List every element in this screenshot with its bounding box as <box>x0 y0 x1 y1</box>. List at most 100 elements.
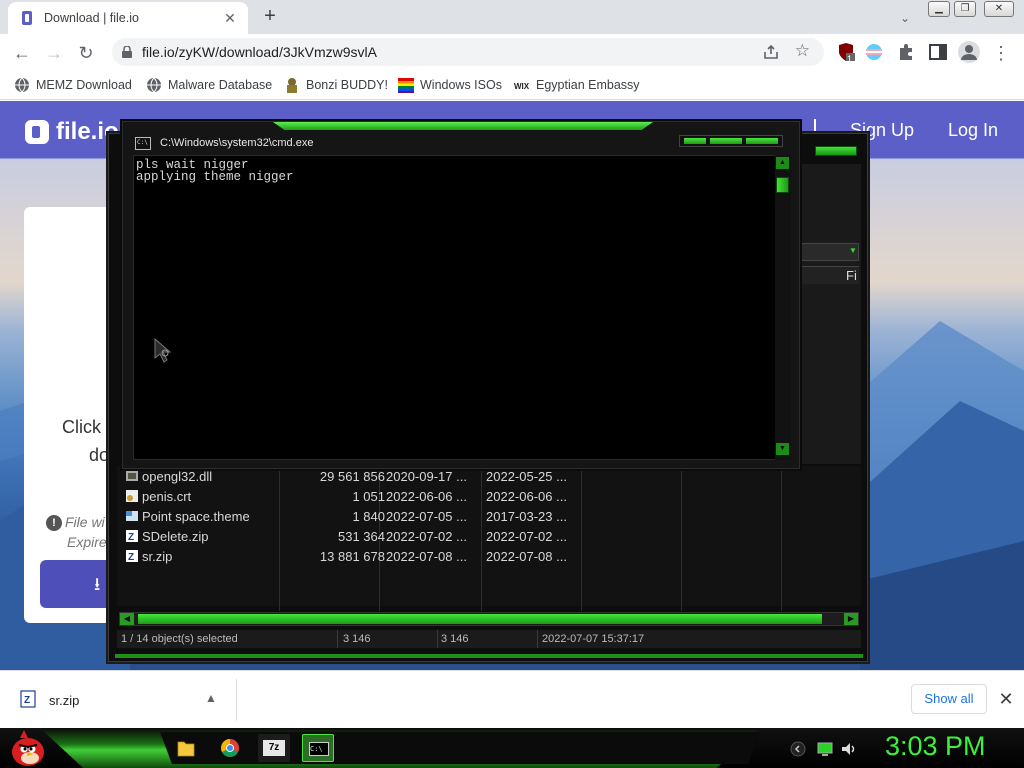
cmd-window: C:\ C:\Windows\system32\cmd.exe pls wait… <box>122 121 800 469</box>
desktop-screen: Download | file.io ✕ + ⌄ ▁ ❐ ✕ ← → ↻ fil… <box>0 0 1024 768</box>
cmd-icon[interactable]: C:\ <box>135 137 151 150</box>
folder-icon[interactable] <box>170 734 202 762</box>
bookmark-label: Bonzi BUDDY! <box>306 78 388 92</box>
file-row[interactable]: opengl32.dll 29 561 856 2020-09-17 ... 2… <box>121 467 861 487</box>
share-icon[interactable] <box>762 43 780 61</box>
cmd-window-title: C:\Windows\system32\cmd.exe <box>160 137 314 149</box>
scroll-up-arrow-icon[interactable]: ▲ <box>776 157 789 169</box>
browser-tab[interactable]: Download | file.io ✕ <box>8 2 248 34</box>
dll-file-icon <box>126 471 138 481</box>
globe-icon <box>15 77 29 93</box>
7zip-icon[interactable]: 7z <box>258 734 290 762</box>
svg-text:Z: Z <box>128 552 134 563</box>
file-size: 1 840 <box>352 509 385 524</box>
scrollbar-thumb[interactable] <box>138 614 822 624</box>
bookmark-label: MEMZ Download <box>36 78 132 92</box>
file-name: opengl32.dll <box>142 469 213 484</box>
bookmark-windows-isos[interactable]: Windows ISOs <box>398 76 502 94</box>
status-separator <box>437 630 438 648</box>
volume-icon[interactable] <box>840 740 858 758</box>
url-text[interactable]: file.io/zyKW/download/3JkVmzw9svlA <box>142 44 377 60</box>
cmd-close-button[interactable] <box>746 138 778 144</box>
file-created: 2022-05-25 ... <box>486 469 567 484</box>
file-created: 2022-06-06 ... <box>486 489 567 504</box>
browser-toolbar: ← → ↻ file.io/zyKW/download/3JkVmzw9svlA… <box>0 34 1024 70</box>
chrome-menu-icon[interactable]: ⋮ <box>990 40 1012 66</box>
close-download-shelf-icon[interactable]: ✕ <box>996 687 1016 711</box>
scrollbar-thumb[interactable] <box>776 177 789 193</box>
tray-arrow-icon[interactable] <box>790 741 806 757</box>
chrome-icon[interactable] <box>214 734 246 762</box>
tab-title: Download | file.io <box>44 11 139 25</box>
cmd-vertical-scrollbar[interactable]: ▲ ▼ <box>775 155 791 460</box>
reload-icon[interactable]: ↻ <box>73 40 99 66</box>
fileio-logo-icon[interactable] <box>25 120 49 144</box>
new-tab-button[interactable]: + <box>258 4 282 28</box>
side-panel-icon[interactable] <box>928 42 948 62</box>
cmd-minimize-button[interactable] <box>684 138 706 144</box>
lock-icon[interactable] <box>122 46 132 58</box>
forward-arrow-icon[interactable]: → <box>41 40 67 66</box>
scroll-down-arrow-icon[interactable]: ▼ <box>776 443 789 455</box>
mouse-cursor-icon <box>154 338 172 363</box>
file-created: 2017-03-23 ... <box>486 509 567 524</box>
card-instruction-text: Click <box>62 417 101 437</box>
start-angry-bird-icon[interactable] <box>6 728 48 768</box>
restore-window-button[interactable]: ❐ <box>954 1 976 17</box>
7zip-icon-label: 7z <box>263 740 285 756</box>
file-name: penis.crt <box>142 489 192 504</box>
download-file-name[interactable]: sr.zip <box>49 693 79 708</box>
file-manager-window-buttons[interactable] <box>815 146 857 156</box>
file-name: SDelete.zip <box>142 529 209 544</box>
zip-file-icon: Z <box>126 550 138 563</box>
tab-close-icon[interactable]: ✕ <box>220 8 240 28</box>
info-icon: ! <box>46 515 62 531</box>
bookmark-memz-download[interactable]: MEMZ Download <box>14 76 132 94</box>
file-row[interactable]: penis.crt 1 051 2022-06-06 ... 2022-06-0… <box>121 487 861 507</box>
bookmark-egyptian-embassy[interactable]: WIX Egyptian Embassy <box>514 76 640 94</box>
download-options-chevron-icon[interactable]: ▲ <box>205 691 217 705</box>
taskbar-clock[interactable]: 3:03 PM <box>885 731 986 762</box>
scroll-left-arrow-icon[interactable]: ◀ <box>120 613 134 625</box>
globe-icon <box>147 77 161 93</box>
file-modified: 2022-06-06 ... <box>386 489 467 504</box>
zip-file-icon[interactable]: Z <box>20 690 36 708</box>
show-all-downloads-button[interactable]: Show all <box>911 684 987 714</box>
file-size: 13 881 678 <box>319 549 385 564</box>
bookmark-bonzi-buddy[interactable]: Bonzi BUDDY! <box>284 76 388 94</box>
log-in-link[interactable]: Log In <box>948 120 998 141</box>
file-manager-side-area <box>801 164 861 464</box>
back-arrow-icon[interactable]: ← <box>9 40 35 66</box>
taskbar-band <box>160 732 760 764</box>
extensions-puzzle-icon[interactable] <box>896 42 916 62</box>
address-bar[interactable]: file.io/zyKW/download/3JkVmzw9svlA ☆ <box>112 38 824 66</box>
bookmark-star-icon[interactable]: ☆ <box>795 41 810 61</box>
dropdown-arrow-icon[interactable]: ▼ <box>849 246 857 255</box>
windows-flag-icon <box>398 78 414 93</box>
trans-flag-extension-icon[interactable] <box>864 42 884 62</box>
cmd-taskbar-icon[interactable]: C:\ <box>302 734 334 762</box>
minimize-window-button[interactable]: ▁ <box>928 1 950 17</box>
network-icon[interactable] <box>816 740 834 758</box>
tab-search-chevron-icon[interactable]: ⌄ <box>893 6 917 30</box>
taskbar: 7z C:\ 3:03 PM <box>0 728 1024 768</box>
bookmark-label: Malware Database <box>168 78 273 92</box>
file-modified: 2022-07-08 ... <box>386 549 467 564</box>
file-row[interactable]: Z SDelete.zip 531 364 2022-07-02 ... 202… <box>121 527 861 547</box>
browser-tab-strip: Download | file.io ✕ + ⌄ ▁ ❐ ✕ <box>0 0 1024 34</box>
file-modified: 2020-09-17 ... <box>386 469 467 484</box>
bookmark-malware-database[interactable]: Malware Database <box>146 76 272 94</box>
file-row[interactable]: Z sr.zip 13 881 678 2022-07-08 ... 2022-… <box>121 547 861 567</box>
close-window-button[interactable]: ✕ <box>984 1 1014 17</box>
cmd-console-output[interactable]: pls wait nigger applying theme nigger <box>133 155 781 460</box>
zip-file-icon: Z <box>126 530 138 543</box>
bookmarks-bar: MEMZ Download Malware Database Bonzi BUD… <box>0 70 1024 100</box>
profile-avatar-icon[interactable] <box>958 41 980 63</box>
ublock-shield-icon[interactable] <box>836 42 856 62</box>
cmd-maximize-button[interactable] <box>710 138 742 144</box>
cmd-icon-label: C:\ <box>309 742 329 756</box>
scroll-right-arrow-icon[interactable]: ▶ <box>844 613 858 625</box>
file-created: 2022-07-08 ... <box>486 549 567 564</box>
horizontal-scrollbar[interactable]: ◀ ▶ <box>119 612 859 626</box>
file-row[interactable]: Point space.theme 1 840 2022-07-05 ... 2… <box>121 507 861 527</box>
